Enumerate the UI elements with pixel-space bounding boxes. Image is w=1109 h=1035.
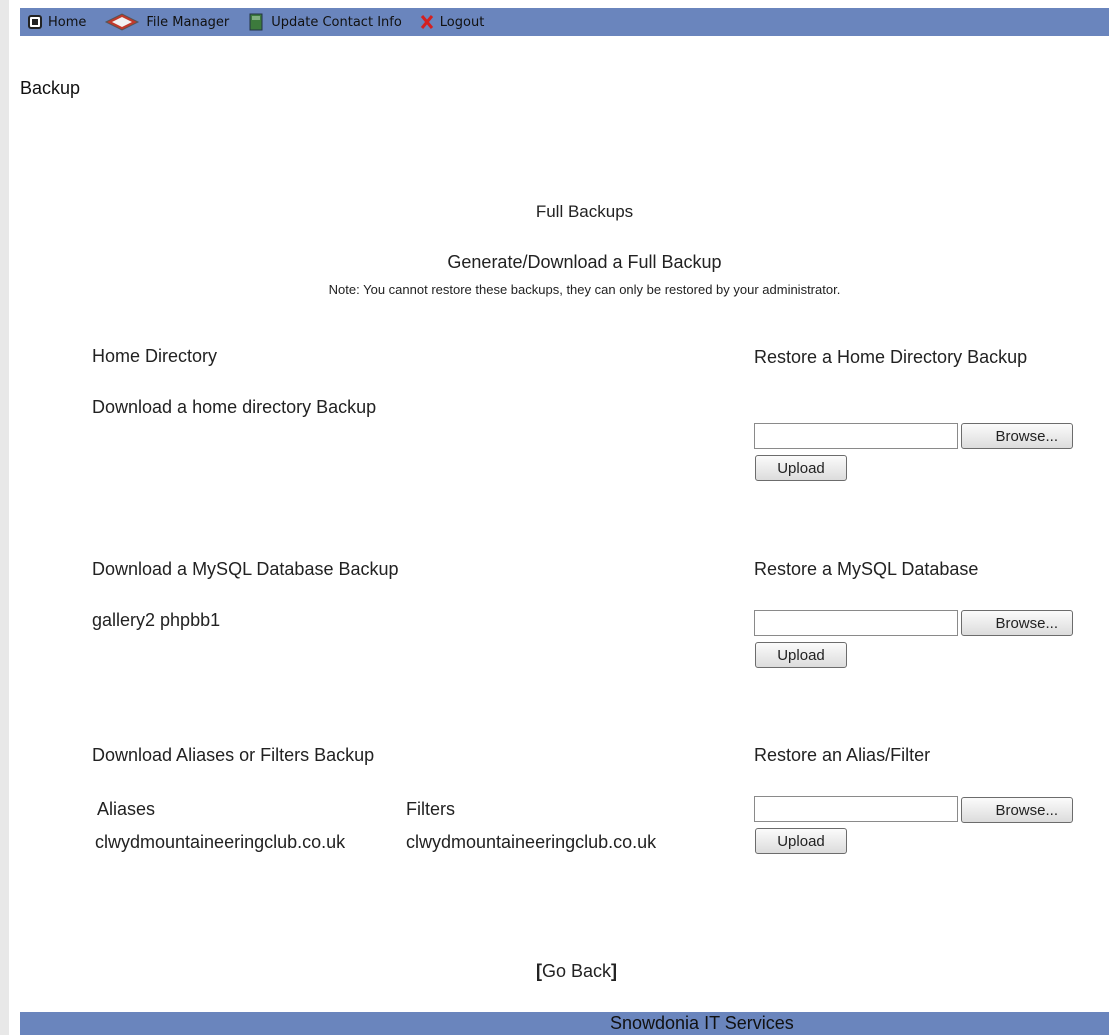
contact-book-icon [247,12,265,32]
nav-logout-label: Logout [439,14,485,30]
restore-alias-heading: Restore an Alias/Filter [754,745,931,765]
logout-x-icon [420,14,434,30]
download-home-directory-link[interactable]: Download a home directory Backup [92,397,376,418]
nav-file-manager[interactable]: File Manager [104,13,229,31]
home-directory-file-input[interactable] [754,423,958,449]
mysql-file-input[interactable] [754,610,958,636]
restore-home-directory-heading: Restore a Home Directory Backup [754,347,1028,367]
page-title: Backup [20,78,81,98]
file-manager-icon [104,13,140,31]
nav-update-contact-label: Update Contact Info [271,14,402,30]
home-directory-browse-button[interactable]: Browse... [961,423,1073,449]
mysql-download-heading: Download a MySQL Database Backup [92,559,399,579]
nav-logout[interactable]: Logout [420,14,485,30]
alias-file-input[interactable] [754,796,958,822]
full-backup-note: Note: You cannot restore these backups, … [328,282,841,297]
top-navigation-bar: Home File Manager Update Contact Info Lo… [20,8,1109,36]
generate-full-backup-link[interactable]: Generate/Download a Full Backup [30,252,1109,273]
left-edge-strip [0,0,9,1035]
restore-mysql-heading: Restore a MySQL Database [754,559,979,579]
mysql-browse-button[interactable]: Browse... [961,610,1073,636]
alias-upload-button[interactable]: Upload [755,828,847,854]
go-back-link[interactable]: [Go Back] [536,961,617,982]
go-back-label: Go Back [542,961,612,981]
full-backups-heading: Full Backups [535,202,634,221]
home-icon [28,15,42,29]
mysql-upload-button[interactable]: Upload [755,642,847,668]
home-directory-upload-button[interactable]: Upload [755,455,847,481]
nav-file-manager-label: File Manager [146,14,230,30]
aliases-column-header: Aliases [97,799,156,819]
mysql-database-links[interactable]: gallery2 phpbb1 [92,610,220,631]
filter-domain-link[interactable]: clwydmountaineeringclub.co.uk [406,832,656,853]
footer-bar: Snowdonia IT Services [20,1012,1109,1035]
aliases-download-heading: Download Aliases or Filters Backup [92,745,375,765]
alias-domain-link[interactable]: clwydmountaineeringclub.co.uk [95,832,345,853]
go-back-close-bracket: ] [611,961,618,981]
footer-text: Snowdonia IT Services [610,1013,794,1033]
filters-column-header: Filters [406,799,455,819]
nav-update-contact[interactable]: Update Contact Info [247,12,402,32]
nav-home-label: Home [48,14,87,30]
nav-home[interactable]: Home [28,15,86,30]
home-directory-heading: Home Directory [92,346,218,366]
alias-browse-button[interactable]: Browse... [961,797,1073,823]
